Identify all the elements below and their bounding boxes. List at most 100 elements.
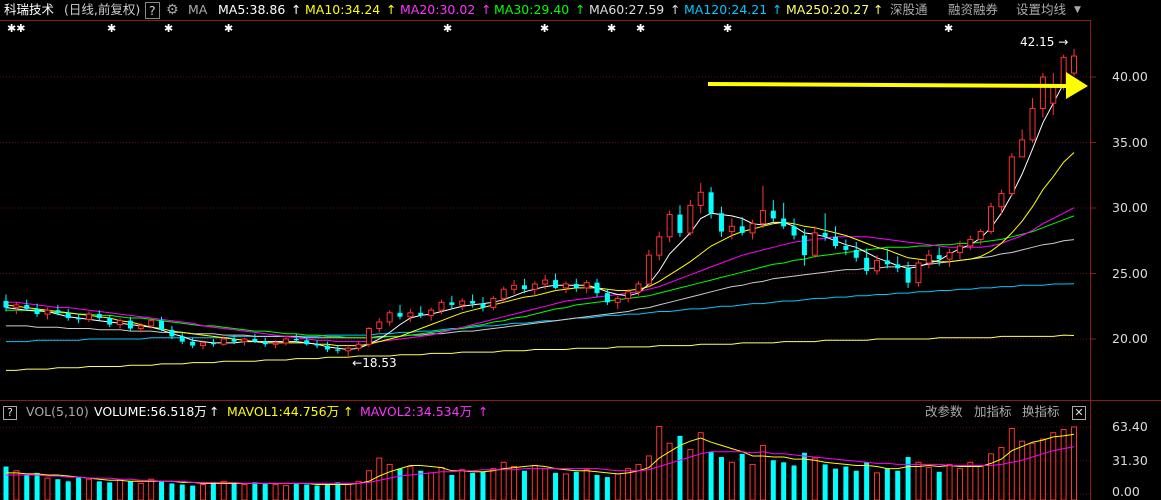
volume-bar bbox=[864, 462, 870, 500]
volume-bar bbox=[44, 477, 51, 500]
volume-bar bbox=[553, 472, 559, 500]
volume-bar bbox=[511, 466, 518, 500]
volume-bar bbox=[531, 464, 538, 500]
candle-body bbox=[666, 214, 673, 238]
candle-body bbox=[739, 226, 745, 233]
volume-bar bbox=[459, 469, 466, 500]
candle-body bbox=[511, 284, 518, 290]
candle-body bbox=[428, 309, 435, 316]
candle-body bbox=[262, 341, 268, 345]
candle-body bbox=[324, 345, 330, 350]
volume-bar bbox=[137, 482, 144, 500]
volume-bar bbox=[936, 471, 942, 500]
yellow-arrow-head bbox=[1066, 72, 1088, 99]
volume-bar bbox=[345, 482, 352, 500]
volume-bar bbox=[781, 462, 787, 500]
price-tick-label: 20.00 bbox=[1112, 331, 1148, 346]
volume-bar bbox=[583, 469, 590, 500]
candle-body bbox=[791, 226, 797, 236]
candle-body bbox=[1071, 55, 1077, 74]
candle-body bbox=[55, 310, 61, 313]
volume-bar bbox=[169, 483, 175, 500]
high-price-annotation: 42.15 → bbox=[1020, 35, 1068, 49]
volume-bar bbox=[34, 472, 40, 500]
candle-body bbox=[677, 214, 683, 233]
volume-bar bbox=[1008, 427, 1015, 500]
volume-bar bbox=[324, 484, 330, 500]
yellow-arrow-line bbox=[707, 82, 1071, 88]
edit-params-button[interactable]: 改参数 bbox=[925, 401, 963, 423]
volume-bar bbox=[220, 480, 227, 500]
volume-bar bbox=[998, 447, 1005, 500]
candle-body bbox=[936, 255, 942, 260]
volume-bar bbox=[956, 468, 963, 500]
mavol2-line bbox=[6, 446, 1075, 484]
switch-indicator-button[interactable]: 换指标 bbox=[1022, 401, 1060, 423]
ma30-line bbox=[6, 215, 1075, 339]
volume-indicator-label[interactable]: VOL(5,10) bbox=[26, 401, 89, 423]
candle-body bbox=[190, 341, 196, 346]
candle-body bbox=[583, 282, 590, 289]
candle-body bbox=[127, 320, 133, 329]
candle-body bbox=[252, 339, 258, 342]
volume-bar bbox=[127, 481, 133, 500]
candle-body bbox=[293, 339, 299, 341]
candle-body bbox=[304, 340, 310, 345]
candle-body bbox=[811, 232, 818, 256]
volume-bar bbox=[873, 472, 880, 500]
volume-bar bbox=[470, 472, 476, 500]
volume-bar bbox=[159, 481, 165, 500]
candle-body bbox=[749, 223, 756, 234]
candle-body bbox=[542, 279, 549, 285]
candle-body bbox=[272, 342, 279, 345]
volume-bar bbox=[728, 461, 735, 500]
volume-bar bbox=[241, 483, 248, 500]
candle-body bbox=[801, 235, 807, 256]
candle-body bbox=[282, 338, 289, 344]
volume-bar bbox=[895, 470, 901, 500]
candle-body bbox=[117, 320, 124, 326]
candle-body bbox=[635, 283, 642, 293]
volume-bar bbox=[853, 470, 859, 500]
help-icon[interactable]: ? bbox=[3, 406, 17, 420]
candle-body bbox=[843, 245, 849, 250]
candle-body bbox=[220, 338, 227, 345]
volume-bar bbox=[521, 470, 527, 500]
candle-body bbox=[200, 342, 207, 347]
volume-bar bbox=[335, 482, 341, 500]
volume-bar bbox=[449, 474, 455, 500]
candle-body bbox=[231, 339, 237, 342]
volume-bar bbox=[1029, 442, 1036, 500]
candle-body bbox=[1039, 76, 1046, 109]
volume-bar bbox=[24, 474, 30, 500]
candle-body bbox=[85, 313, 92, 320]
volume-bar bbox=[749, 463, 756, 500]
candlestick-chart[interactable] bbox=[0, 0, 1161, 500]
candle-body bbox=[76, 318, 82, 320]
candle-body bbox=[96, 314, 102, 319]
candle-body bbox=[687, 204, 694, 234]
candle-body bbox=[386, 312, 393, 323]
add-indicator-button[interactable]: 加指标 bbox=[974, 401, 1012, 423]
volume-bar bbox=[614, 473, 621, 500]
candle-body bbox=[594, 282, 600, 294]
candle-body bbox=[956, 245, 963, 254]
price-tick-label: 40.00 bbox=[1112, 69, 1148, 84]
volume-bar bbox=[397, 468, 403, 500]
candle-body bbox=[770, 210, 776, 219]
volume-bar bbox=[3, 466, 9, 500]
ma5-line bbox=[5, 82, 1075, 351]
mavol2-value: MAVOL2:34.534万 bbox=[360, 404, 473, 419]
volume-bar bbox=[355, 480, 362, 500]
candle-body bbox=[759, 210, 766, 225]
candle-body bbox=[438, 301, 445, 311]
volume-bar bbox=[148, 478, 155, 500]
candle-body bbox=[1008, 156, 1015, 195]
volume-bar bbox=[1060, 429, 1067, 500]
candle-body bbox=[500, 288, 507, 299]
high-price-value: 42.15 bbox=[1020, 34, 1055, 49]
close-icon[interactable]: ✕ bbox=[1072, 406, 1086, 420]
candle-body bbox=[728, 225, 735, 233]
low-price-annotation: ←18.53 bbox=[352, 356, 396, 370]
candle-body bbox=[625, 291, 632, 299]
